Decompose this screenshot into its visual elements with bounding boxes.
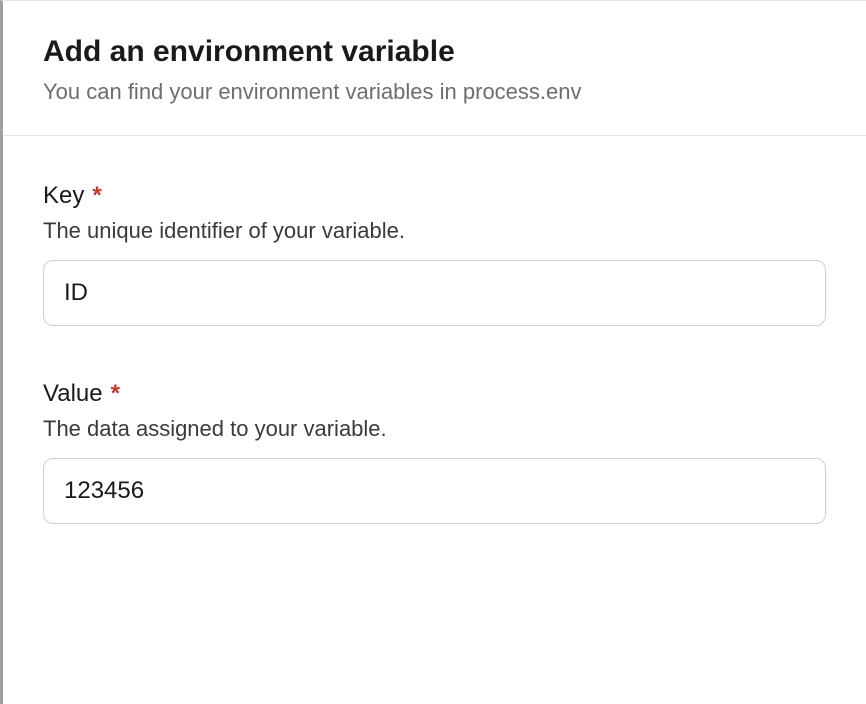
key-field: Key * The unique identifier of your vari…	[43, 182, 826, 326]
key-helper-text: The unique identifier of your variable.	[43, 218, 826, 244]
key-input[interactable]	[43, 260, 826, 326]
page-subtitle: You can find your environment variables …	[43, 79, 826, 105]
value-label: Value	[43, 380, 103, 408]
page-title: Add an environment variable	[43, 35, 826, 69]
value-input[interactable]	[43, 458, 826, 524]
required-asterisk-icon: *	[111, 380, 120, 408]
value-field: Value * The data assigned to your variab…	[43, 380, 826, 524]
form-header: Add an environment variable You can find…	[3, 1, 866, 136]
value-label-row: Value *	[43, 380, 826, 408]
value-helper-text: The data assigned to your variable.	[43, 416, 826, 442]
key-label-row: Key *	[43, 182, 826, 210]
key-label: Key	[43, 182, 84, 210]
env-var-form: Key * The unique identifier of your vari…	[3, 136, 866, 598]
required-asterisk-icon: *	[92, 182, 101, 210]
